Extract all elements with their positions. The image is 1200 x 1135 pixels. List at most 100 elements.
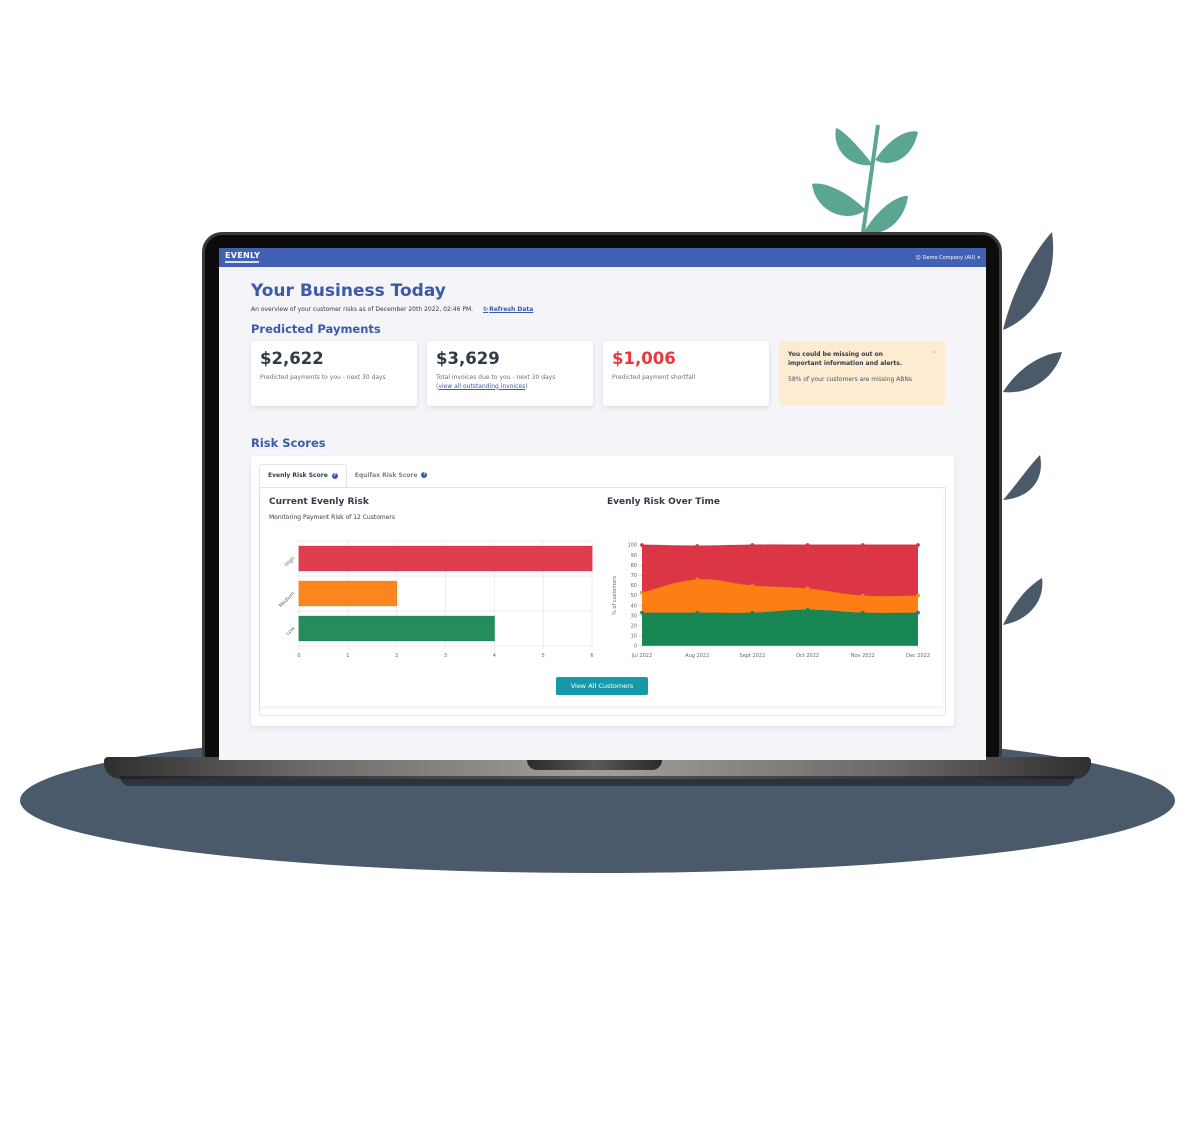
point-medium <box>750 583 755 587</box>
card-description: Predicted payments to you - next 30 days <box>260 373 386 381</box>
help-icon[interactable]: ? <box>331 472 338 479</box>
risk-over-time-area-chart: 0 10 20 30 40 50 60 70 80 90 100 Jul 2022 Aug 2022 Se… <box>612 542 930 659</box>
point-medium <box>860 593 865 598</box>
risk-scores-panel: Evenly Risk Score ? Equifax Risk Score ?… <box>251 455 954 726</box>
point-high <box>916 542 920 547</box>
card-amount: $3,629 <box>436 348 500 368</box>
predicted-payments-title: Predicted Payments <box>251 321 381 336</box>
risk-scores-title: Risk Scores <box>251 435 326 450</box>
current-risk-title: Current Evenly Risk <box>269 496 369 507</box>
app-screen: EVENLY ☺ Demo Company (AU) ▾ Your Busine… <box>219 248 986 760</box>
refresh-label: Refresh Data <box>489 305 534 313</box>
overview-text: An overview of your customer risks as of… <box>251 305 474 313</box>
main-content: Your Business Today An overview of your … <box>219 267 986 726</box>
point-high <box>860 542 865 547</box>
tab-evenly-risk-score[interactable]: Evenly Risk Score ? <box>259 463 347 487</box>
x-tick-label: Sept 2022 <box>740 653 766 659</box>
logo-text: EVENLY <box>225 251 261 260</box>
x-tick-label: 1 <box>346 653 349 659</box>
caret-down-icon: ▾ <box>977 254 980 261</box>
x-tick-label: 2 <box>395 653 398 659</box>
y-axis-label: % of customers <box>612 575 618 614</box>
refresh-icon: ↻ <box>483 305 489 313</box>
missing-info-alert[interactable]: You could be missing out on important in… <box>779 340 945 406</box>
x-tick-label: 4 <box>493 653 496 659</box>
point-high <box>805 542 810 547</box>
y-tick-label: 80 <box>631 563 637 569</box>
x-tick-label: Dec 2022 <box>906 653 930 659</box>
predicted-payments-card: $2,622 Predicted payments to you - next … <box>251 340 417 406</box>
y-tick-label: 20 <box>631 623 637 629</box>
point-medium <box>916 593 920 598</box>
bar-low <box>298 615 495 641</box>
payment-cards: $2,622 Predicted payments to you - next … <box>251 340 954 406</box>
charts-container: Current Evenly Risk Monitoring Payment R… <box>260 488 943 706</box>
card-description: Total invoices due to you - next 30 days… <box>436 373 556 390</box>
card-amount: $1,006 <box>612 348 676 368</box>
point-low <box>916 610 920 615</box>
alert-title: You could be missing out on important in… <box>788 350 903 367</box>
y-tick-label: 30 <box>631 613 637 619</box>
total-invoices-card: $3,629 Total invoices due to you - next … <box>427 340 593 406</box>
help-icon[interactable]: ? <box>421 472 428 479</box>
bar-high <box>298 545 593 571</box>
point-high <box>695 543 700 548</box>
evenly-logo[interactable]: EVENLY <box>225 252 260 263</box>
tab-content: Current Evenly Risk Monitoring Payment R… <box>259 486 946 716</box>
risk-tabs: Evenly Risk Score ? Equifax Risk Score ? <box>259 463 946 487</box>
tab-label: Equifax Risk Score <box>354 471 418 479</box>
y-tick-label: 60 <box>631 583 637 589</box>
point-low <box>860 610 865 615</box>
y-tick-label: High <box>284 555 296 567</box>
company-menu[interactable]: ☺ Demo Company (AU) ▾ <box>915 255 980 261</box>
company-name: Demo Company (AU) <box>922 254 976 261</box>
alert-text: 58% of your customers are missing ABNs <box>788 376 913 384</box>
risk-over-time-title: Evenly Risk Over Time <box>607 496 721 507</box>
y-tick-label: 0 <box>634 643 637 649</box>
x-tick-label: Nov 2022 <box>851 653 875 659</box>
laptop-base-shadow <box>120 776 1075 786</box>
payment-shortfall-card: $1,006 Predicted payment shortfall <box>603 340 769 406</box>
chevron-down-icon[interactable]: ⌄ <box>931 347 937 355</box>
y-tick-label: 70 <box>631 573 637 579</box>
tab-equifax-risk-score[interactable]: Equifax Risk Score ? <box>347 464 436 487</box>
x-tick-label: 5 <box>542 653 545 659</box>
top-nav-bar: EVENLY ☺ Demo Company (AU) ▾ <box>219 248 986 267</box>
point-low <box>695 610 700 615</box>
subtitle-row: An overview of your customer risks as of… <box>251 306 954 313</box>
x-tick-label: Jul 2022 <box>631 653 652 659</box>
logo-underline <box>225 261 259 263</box>
user-icon: ☺ <box>915 254 921 261</box>
y-tick-label: Medium <box>278 590 296 608</box>
card-amount: $2,622 <box>260 348 324 368</box>
y-tick-label: 50 <box>631 593 637 599</box>
view-all-customers-button[interactable]: View All Customers <box>556 676 648 695</box>
area-low <box>642 609 918 646</box>
point-high <box>640 542 644 547</box>
tab-label: Evenly Risk Score <box>268 472 328 480</box>
bar-medium <box>298 580 398 606</box>
x-tick-label: 0 <box>297 653 300 659</box>
point-medium <box>640 590 644 595</box>
x-tick-label: 3 <box>444 653 447 659</box>
x-tick-label: 6 <box>590 653 593 659</box>
y-tick-label: 100 <box>627 542 637 548</box>
current-risk-subtitle: Monitoring Payment Risk of 12 Customers <box>269 513 396 521</box>
point-high <box>750 542 755 547</box>
y-tick-label: 40 <box>631 603 637 609</box>
view-outstanding-invoices-link[interactable]: view all outstanding invoices <box>438 383 525 390</box>
x-tick-label: Aug 2022 <box>685 653 709 659</box>
refresh-data-link[interactable]: ↻ Refresh Data <box>483 306 533 313</box>
card-description-text: Total invoices due to you - next 30 days <box>436 373 556 381</box>
current-risk-bar-chart: 0 1 2 3 4 5 6 High Medium Low <box>278 540 594 659</box>
point-low <box>750 610 755 615</box>
point-medium <box>695 577 700 581</box>
point-medium <box>805 586 810 591</box>
point-low <box>805 607 810 612</box>
y-tick-label: 90 <box>631 552 637 558</box>
point-low <box>640 610 644 615</box>
x-tick-label: Oct 2022 <box>796 653 819 659</box>
page-title: Your Business Today <box>251 281 446 301</box>
card-description: Predicted payment shortfall <box>612 373 696 381</box>
y-tick-label: Low <box>285 625 296 636</box>
